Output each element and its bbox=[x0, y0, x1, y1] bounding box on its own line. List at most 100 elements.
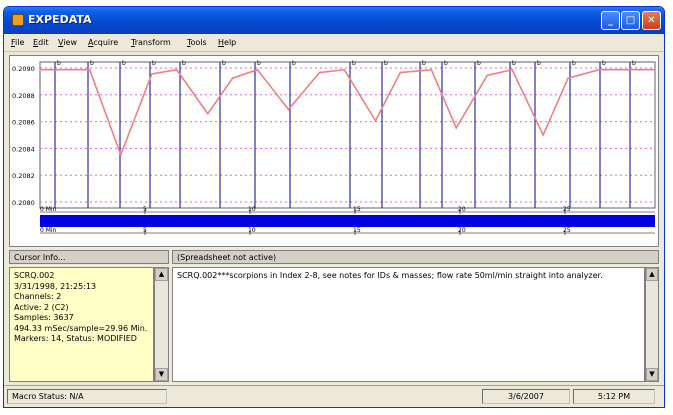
marker-label: b bbox=[152, 60, 156, 67]
ruler-tick-label: 15 bbox=[353, 227, 361, 234]
app-window: EXPEDATA _ □ ✕ File Edit View Acquire Tr… bbox=[3, 6, 665, 408]
cursor-scrollbar[interactable]: ▲ ▼ bbox=[154, 267, 169, 382]
cursor-info-panel: SCRQ.002 3/31/1998, 21:25:13 Channels: 2… bbox=[9, 267, 154, 382]
close-button[interactable]: ✕ bbox=[642, 11, 661, 30]
ruler-tick-label: 25 bbox=[563, 206, 571, 213]
y-tick-label: 0.2080 bbox=[12, 199, 35, 207]
trace-point bbox=[598, 68, 600, 71]
trace-point bbox=[206, 112, 209, 115]
trace-point bbox=[88, 68, 91, 71]
cursor-line: Samples: 3637 bbox=[14, 313, 74, 322]
status-time: 5:12 PM bbox=[573, 389, 655, 404]
menu-acquire[interactable]: Acquire bbox=[88, 38, 118, 47]
cursor-info-header: Cursor Info... bbox=[9, 250, 169, 264]
status-bar: Macro Status: N/A 3/6/2007 5:12 PM bbox=[4, 385, 664, 407]
marker-label: b bbox=[384, 60, 388, 67]
marker-label: b bbox=[572, 60, 576, 67]
y-tick-label: 0.2084 bbox=[12, 145, 35, 153]
marker-label: b bbox=[57, 60, 61, 67]
y-tick-label: 0.2086 bbox=[12, 119, 35, 127]
trace-point bbox=[567, 77, 569, 79]
marker-label: b bbox=[122, 60, 126, 67]
trace-point bbox=[39, 68, 41, 71]
menu-edit[interactable]: Edit bbox=[33, 38, 49, 47]
trace-point bbox=[256, 68, 259, 71]
marker-label: b bbox=[182, 60, 186, 67]
macro-status: Macro Status: N/A bbox=[7, 389, 167, 404]
trace-point bbox=[430, 68, 433, 71]
ruler-tick-label: 25 bbox=[563, 227, 571, 234]
ruler-tick-label: 10 bbox=[248, 227, 256, 234]
plot-frame bbox=[39, 61, 656, 209]
ruler-tick-label: 20 bbox=[458, 206, 466, 213]
spreadsheet-header: (Spreadsheet not active) bbox=[172, 250, 659, 264]
menu-bar: File Edit View Acquire Transform Tools H… bbox=[4, 34, 664, 52]
menu-transform[interactable]: Transform bbox=[131, 38, 171, 47]
cursor-line: 3/31/1998, 21:25:13 bbox=[14, 281, 97, 291]
menu-file[interactable]: File bbox=[11, 38, 24, 47]
marker-label: b bbox=[422, 60, 426, 67]
menu-tools[interactable]: Tools bbox=[187, 38, 207, 47]
scroll-down-icon[interactable]: ▼ bbox=[155, 368, 168, 381]
trace-point bbox=[119, 154, 122, 156]
chart-area[interactable]: 0.2090 0.2088 0.2086 0.2084 0.2082 0.2080 b b b b… bbox=[9, 55, 659, 247]
ruler-top-label: 0 Min bbox=[40, 206, 57, 213]
marker-label: b bbox=[352, 60, 356, 67]
trace-point bbox=[542, 134, 544, 136]
trace-point bbox=[343, 68, 346, 71]
maximize-button[interactable]: □ bbox=[621, 11, 640, 30]
marker-label: b bbox=[257, 60, 261, 67]
ruler-bottom-label: 0 Min bbox=[40, 227, 57, 234]
marker-label: b bbox=[537, 60, 541, 67]
marker-label: b bbox=[632, 60, 636, 67]
marker-label: b bbox=[292, 60, 296, 67]
scroll-down-icon[interactable]: ▼ bbox=[646, 368, 658, 381]
cursor-line: 494.33 mSec/sample=29.96 Min. bbox=[14, 323, 148, 333]
trace-point bbox=[399, 71, 402, 74]
trace-point bbox=[151, 73, 153, 75]
trace-point bbox=[623, 68, 625, 71]
marker-label: b bbox=[477, 60, 481, 67]
y-tick-label: 0.2090 bbox=[12, 65, 35, 73]
trace-point bbox=[455, 127, 458, 129]
trace-point bbox=[287, 108, 290, 111]
menu-help[interactable]: Help bbox=[218, 38, 236, 47]
trace-point bbox=[231, 77, 234, 79]
status-date: 3/6/2007 bbox=[482, 389, 570, 404]
cursor-line: Channels: 2 bbox=[14, 292, 62, 301]
trace-point bbox=[374, 120, 377, 122]
ruler-tick-label: 5 bbox=[143, 227, 147, 234]
trace-point bbox=[175, 68, 178, 71]
marker-label: b bbox=[90, 60, 94, 67]
y-tick-label: 0.2088 bbox=[12, 92, 35, 100]
cursor-line: Markers: 14, Status: MODIFIED bbox=[14, 334, 137, 343]
trace-point bbox=[486, 74, 489, 77]
trace-point bbox=[64, 68, 66, 71]
scroll-up-icon[interactable]: ▲ bbox=[155, 268, 168, 281]
trace-point bbox=[511, 68, 513, 71]
scroll-up-icon[interactable]: ▲ bbox=[646, 268, 658, 281]
title-bar[interactable]: EXPEDATA _ □ ✕ bbox=[4, 7, 664, 34]
marker-label: b bbox=[444, 60, 448, 67]
spreadsheet-notes-panel[interactable]: SCRQ.002***scorpions in Index 2-8, see n… bbox=[172, 267, 645, 382]
ruler-tick-label: 10 bbox=[248, 206, 256, 213]
trace-point bbox=[654, 68, 656, 71]
marker-label: b bbox=[602, 60, 606, 67]
time-band bbox=[40, 215, 655, 227]
trace-chart[interactable]: 0.2090 0.2088 0.2086 0.2084 0.2082 0.2080 b b b b… bbox=[10, 56, 658, 246]
cursor-line: Active: 2 (C2) bbox=[14, 302, 69, 312]
app-icon bbox=[12, 14, 24, 26]
notes-scrollbar[interactable]: ▲ ▼ bbox=[645, 267, 659, 382]
notes-text: SCRQ.002***scorpions in Index 2-8, see n… bbox=[177, 271, 603, 280]
window-title: EXPEDATA bbox=[28, 13, 92, 26]
y-tick-label: 0.2082 bbox=[12, 172, 35, 180]
trace-point bbox=[318, 71, 321, 74]
ruler-tick-label: 5 bbox=[143, 206, 147, 213]
cursor-line: SCRQ.002 bbox=[14, 271, 55, 280]
minimize-button[interactable]: _ bbox=[601, 11, 620, 30]
ruler-tick-label: 15 bbox=[353, 206, 361, 213]
ruler-tick-label: 20 bbox=[458, 227, 466, 234]
menu-view[interactable]: View bbox=[58, 38, 77, 47]
marker-label: b bbox=[512, 60, 516, 67]
marker-label: b bbox=[222, 60, 226, 67]
